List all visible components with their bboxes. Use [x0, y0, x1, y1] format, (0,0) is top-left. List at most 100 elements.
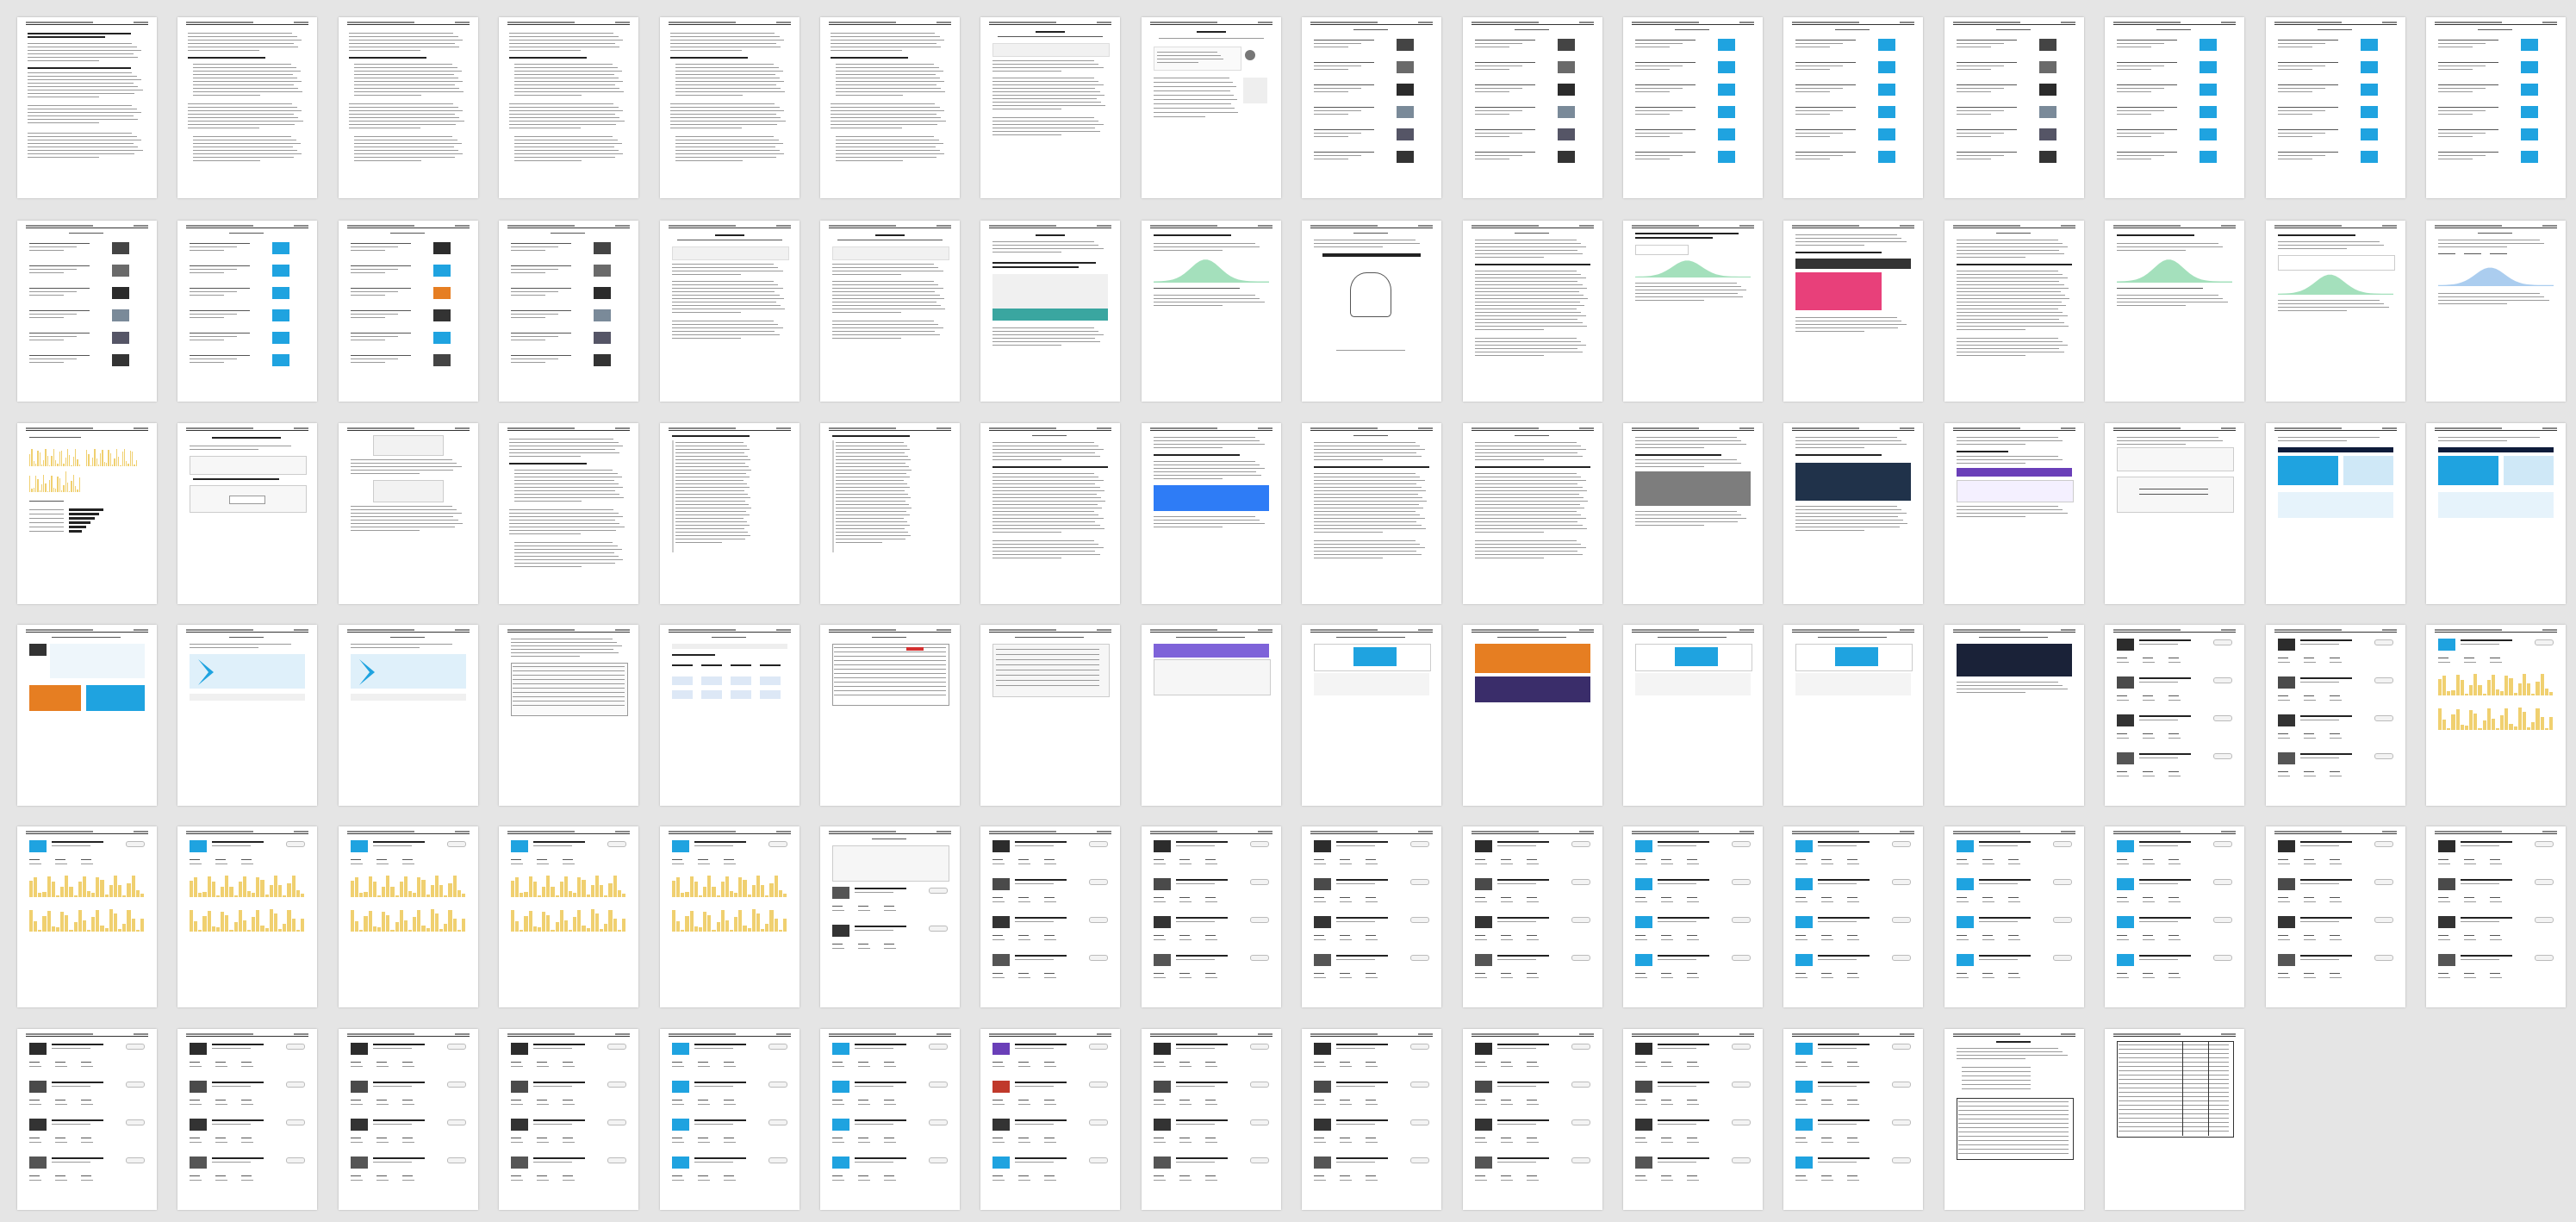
page-thumbnail[interactable] [1463, 17, 1602, 198]
page-thumbnail[interactable] [1463, 826, 1602, 1007]
page-thumbnail[interactable] [1302, 826, 1441, 1007]
page-thumbnail[interactable] [980, 1029, 1120, 1210]
page-thumbnail[interactable] [820, 826, 960, 1007]
page-thumbnail[interactable] [980, 625, 1120, 806]
page-thumbnail[interactable] [2426, 826, 2566, 1007]
page-thumbnail[interactable] [980, 17, 1120, 198]
page-thumbnail[interactable] [2426, 625, 2566, 806]
page-thumbnail[interactable] [499, 1029, 638, 1210]
page-thumbnail[interactable] [1142, 221, 1281, 402]
page-thumbnail[interactable] [660, 826, 800, 1007]
page-thumbnail[interactable] [1623, 1029, 1763, 1210]
page-thumbnail[interactable] [177, 17, 317, 198]
page-thumbnail[interactable] [339, 17, 478, 198]
page-thumbnail[interactable] [660, 625, 800, 806]
page-thumbnail[interactable] [1944, 625, 2084, 806]
page-thumbnail[interactable] [499, 625, 638, 806]
page-thumbnail[interactable] [1463, 221, 1602, 402]
page-thumbnail[interactable] [339, 1029, 478, 1210]
page-thumbnail[interactable] [1944, 221, 2084, 402]
page-thumbnail[interactable] [177, 625, 317, 806]
page-thumbnail[interactable] [339, 625, 478, 806]
page-thumbnail[interactable] [1142, 625, 1281, 806]
running-header [186, 22, 309, 25]
page-thumbnail[interactable] [177, 1029, 317, 1210]
page-thumbnail[interactable] [17, 1029, 157, 1210]
page-thumbnail[interactable] [820, 221, 960, 402]
page-thumbnail[interactable] [499, 221, 638, 402]
page-thumbnail[interactable] [1142, 423, 1281, 604]
page-thumbnail[interactable] [499, 17, 638, 198]
page-thumbnail[interactable] [499, 423, 638, 604]
page-thumbnail[interactable] [2426, 423, 2566, 604]
page-thumbnail[interactable] [17, 826, 157, 1007]
page-thumbnail[interactable] [2105, 826, 2244, 1007]
page-thumbnail[interactable] [2266, 625, 2405, 806]
page-thumbnail[interactable] [980, 221, 1120, 402]
page-thumbnail[interactable] [1142, 17, 1281, 198]
page-thumbnail[interactable] [1623, 17, 1763, 198]
page-thumbnail[interactable] [1302, 221, 1441, 402]
page-thumbnail[interactable] [820, 625, 960, 806]
page-thumbnail[interactable] [1944, 423, 2084, 604]
page-thumbnail[interactable] [2105, 1029, 2244, 1210]
page-thumbnail[interactable] [2426, 17, 2566, 198]
text-line [992, 1142, 1005, 1143]
page-thumbnail[interactable] [980, 826, 1120, 1007]
page-thumbnail[interactable] [980, 423, 1120, 604]
page-thumbnail[interactable] [1783, 17, 1923, 198]
page-thumbnail[interactable] [1463, 1029, 1602, 1210]
page-thumbnail[interactable] [1783, 625, 1923, 806]
page-thumbnail[interactable] [1302, 17, 1441, 198]
page-thumbnail[interactable] [660, 423, 800, 604]
page-thumbnail[interactable] [177, 826, 317, 1007]
page-thumbnail[interactable] [339, 221, 478, 402]
page-thumbnail[interactable] [17, 625, 157, 806]
page-thumbnail[interactable] [1783, 423, 1923, 604]
page-thumbnail[interactable] [820, 17, 960, 198]
page-thumbnail[interactable] [177, 221, 317, 402]
page-thumbnail[interactable] [660, 1029, 800, 1210]
page-thumbnail[interactable] [339, 423, 478, 604]
page-thumbnail[interactable] [1783, 1029, 1923, 1210]
page-thumbnail[interactable] [17, 221, 157, 402]
page-thumbnail[interactable] [1623, 423, 1763, 604]
page-thumbnail[interactable] [2105, 221, 2244, 402]
page-thumbnail[interactable] [177, 423, 317, 604]
page-thumbnail[interactable] [1463, 625, 1602, 806]
page-thumbnail[interactable] [1302, 625, 1441, 806]
page-thumbnail[interactable] [2105, 625, 2244, 806]
page-thumbnail[interactable] [339, 826, 478, 1007]
page-thumbnail[interactable] [2426, 221, 2566, 402]
page-thumbnail[interactable] [2105, 17, 2244, 198]
page-thumbnail[interactable] [1944, 17, 2084, 198]
page-thumbnail[interactable] [820, 423, 960, 604]
page-thumbnail[interactable] [1944, 1029, 2084, 1210]
chart-bar [2504, 708, 2509, 730]
page-thumbnail[interactable] [2266, 17, 2405, 198]
page-thumbnail[interactable] [1302, 1029, 1441, 1210]
page-thumbnail[interactable] [2266, 826, 2405, 1007]
page-thumbnail[interactable] [2105, 423, 2244, 604]
page-thumbnail[interactable] [2266, 221, 2405, 402]
page-thumbnail[interactable] [17, 17, 157, 198]
page-thumbnail[interactable] [1142, 1029, 1281, 1210]
page-thumbnail[interactable] [1783, 221, 1923, 402]
page-thumbnail[interactable] [1142, 826, 1281, 1007]
page-thumbnail[interactable] [1463, 423, 1602, 604]
text-line [402, 1180, 414, 1181]
chart-bar [108, 450, 109, 466]
page-thumbnail[interactable] [2266, 423, 2405, 604]
page-thumbnail[interactable] [660, 17, 800, 198]
text-line [1015, 637, 1084, 638]
page-thumbnail[interactable] [17, 423, 157, 604]
page-thumbnail[interactable] [1623, 221, 1763, 402]
page-thumbnail[interactable] [499, 826, 638, 1007]
page-thumbnail[interactable] [1623, 625, 1763, 806]
page-thumbnail[interactable] [660, 221, 800, 402]
page-thumbnail[interactable] [1783, 826, 1923, 1007]
page-thumbnail[interactable] [820, 1029, 960, 1210]
page-thumbnail[interactable] [1944, 826, 2084, 1007]
page-thumbnail[interactable] [1302, 423, 1441, 604]
page-thumbnail[interactable] [1623, 826, 1763, 1007]
